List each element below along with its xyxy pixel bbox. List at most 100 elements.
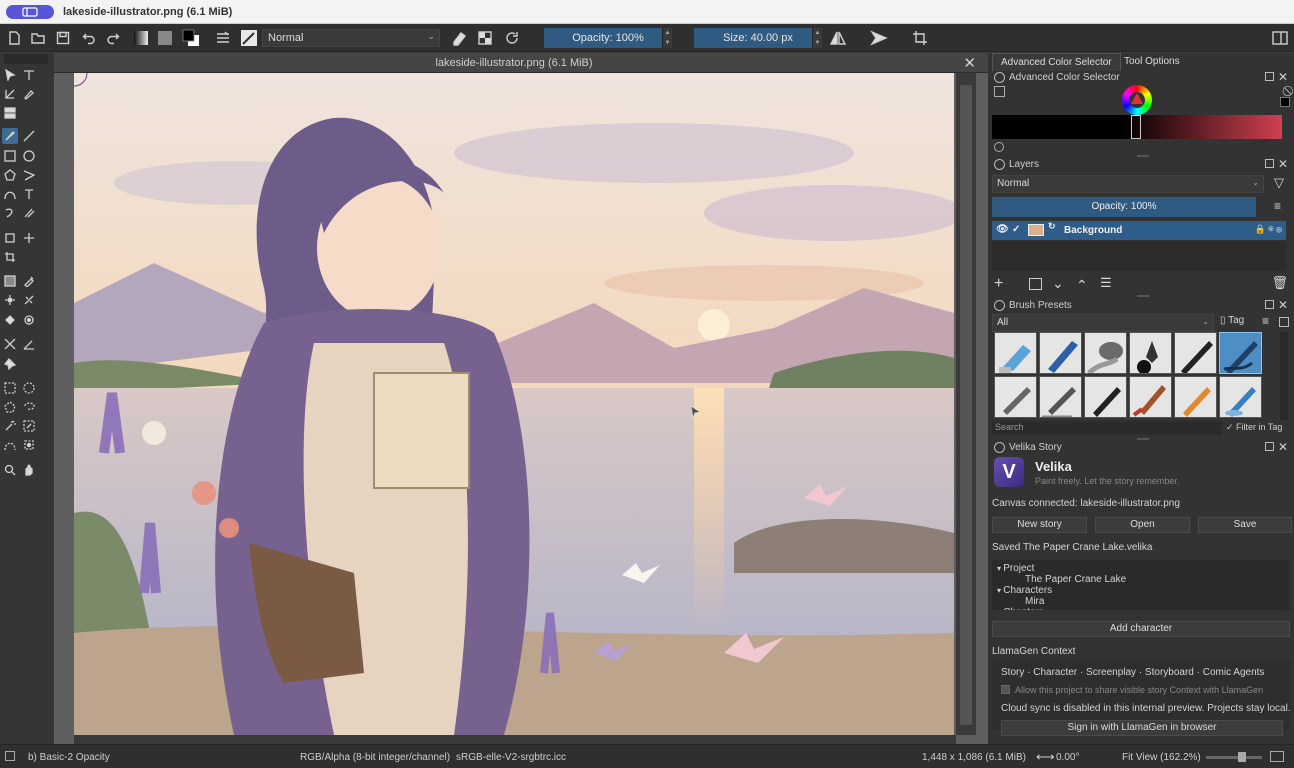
select-shapes-tool[interactable]	[2, 67, 18, 83]
reference-images-tool[interactable]	[2, 356, 18, 372]
calligraphy-tool[interactable]	[21, 86, 37, 102]
brush-presets-scrollbar[interactable]	[1280, 332, 1288, 420]
color-picker-tool[interactable]	[21, 273, 37, 289]
reload-preset-button[interactable]	[503, 29, 521, 47]
brush-preset-watercolor[interactable]	[1219, 376, 1262, 418]
layer-checkbox-icon[interactable]: ✓	[1012, 224, 1020, 235]
dynamic-brush-tool[interactable]	[2, 205, 18, 221]
blend-mode-select[interactable]: Normal ⌄	[262, 29, 440, 47]
vertical-scroll-thumb[interactable]	[960, 85, 972, 725]
transform-tool[interactable]	[2, 230, 18, 246]
filter-icon[interactable]: ▽	[1274, 175, 1284, 191]
layer-properties-icons[interactable]: 🔒 ⍟ ⊕	[1255, 224, 1282, 235]
ellipse-tool[interactable]	[21, 148, 37, 164]
context-tabs[interactable]: Story · Character · Screenplay · Storybo…	[1001, 667, 1264, 678]
color-cursor[interactable]	[1131, 115, 1141, 139]
layer-opacity-slider[interactable]: Opacity: 100%	[992, 197, 1256, 217]
document-tab[interactable]: lakeside-illustrator.png (6.1 MiB)	[54, 57, 974, 69]
visibility-eye-icon[interactable]: 👁	[996, 224, 1009, 235]
open-document-button[interactable]	[29, 29, 47, 47]
undo-button[interactable]	[80, 29, 98, 47]
opacity-slider[interactable]: Opacity: 100% ▲ ▼	[544, 28, 672, 48]
gradient-tool[interactable]	[2, 273, 18, 289]
brush-preset-selected[interactable]	[1219, 332, 1262, 374]
contiguous-select-tool[interactable]	[2, 418, 18, 434]
save-document-button[interactable]	[54, 29, 72, 47]
brush-preset-charcoal[interactable]	[1039, 376, 1082, 418]
brush-tag-filter-select[interactable]: All ⌄	[992, 314, 1214, 332]
float-icon[interactable]	[1265, 72, 1274, 81]
brush-preset-graphite[interactable]	[994, 376, 1037, 418]
lock-icon[interactable]	[994, 442, 1005, 453]
move-tool[interactable]	[21, 230, 37, 246]
brush-preset-button[interactable]	[240, 29, 258, 47]
perspective-tool[interactable]	[2, 336, 18, 352]
assistant-tool[interactable]	[21, 292, 37, 308]
freehand-brush-tool[interactable]	[2, 128, 18, 144]
edit-shapes-tool[interactable]	[2, 86, 18, 102]
rectangle-tool[interactable]	[2, 148, 18, 164]
zoom-slider[interactable]	[1206, 756, 1262, 759]
smart-patch-tool[interactable]	[2, 292, 18, 308]
layer-properties-icon[interactable]: ☰	[1100, 275, 1112, 291]
brush-preset-pencil[interactable]	[1174, 332, 1217, 374]
eraser-mode-button[interactable]	[449, 29, 467, 47]
gradient-selector-button[interactable]	[132, 29, 150, 47]
tab-advanced-color-selector[interactable]: Advanced Color Selector	[992, 53, 1121, 71]
rotation-icon[interactable]: ⟷	[1036, 749, 1055, 765]
brush-preset-felt[interactable]	[1084, 376, 1127, 418]
line-tool[interactable]	[21, 128, 37, 144]
close-icon[interactable]: ✕	[1278, 157, 1288, 171]
bezier-curve-tool[interactable]	[2, 186, 18, 202]
open-story-button[interactable]: Open	[1095, 517, 1190, 533]
multibrush-tool[interactable]	[21, 205, 37, 221]
layer-blend-mode-select[interactable]: Normal ⌄	[992, 175, 1264, 193]
move-layer-up-icon[interactable]: ⌃	[1076, 277, 1088, 294]
wrap-around-button[interactable]	[870, 29, 888, 47]
pattern-selector-button[interactable]	[156, 29, 174, 47]
brush-preset-soft[interactable]	[1084, 332, 1127, 374]
tree-item[interactable]: ▾ Characters	[997, 585, 1052, 596]
measure-tool[interactable]	[21, 336, 37, 352]
rect-select-tool[interactable]	[2, 380, 18, 396]
brush-view-menu-icon[interactable]: ≡	[1262, 314, 1269, 328]
duplicate-layer-icon[interactable]	[1029, 278, 1042, 290]
float-icon[interactable]	[1265, 300, 1274, 309]
text-tool[interactable]	[21, 67, 37, 83]
redo-button[interactable]	[104, 29, 122, 47]
zoom-status[interactable]: Fit View (162.2%)	[1122, 752, 1201, 763]
story-tree[interactable]: ▾ Project The Paper Crane Lake ▾ Character…	[992, 560, 1282, 610]
story-tree-scrollbar[interactable]	[1282, 560, 1290, 610]
layer-menu-icon[interactable]: ≡	[1274, 199, 1281, 213]
canvas-only-icon[interactable]	[1270, 751, 1284, 762]
brush-status-icon[interactable]	[5, 751, 15, 761]
float-icon[interactable]	[1265, 442, 1274, 451]
new-document-button[interactable]	[5, 29, 23, 47]
zoom-slider-handle[interactable]	[1238, 752, 1246, 762]
window-menu-button[interactable]	[6, 5, 54, 19]
lock-icon[interactable]	[994, 72, 1005, 83]
zoom-tool[interactable]	[2, 462, 18, 478]
opacity-spin[interactable]: ▲ ▼	[662, 28, 672, 48]
lock-icon[interactable]	[994, 159, 1005, 170]
layer-row[interactable]: 👁 ✓ ↻ Background 🔒 ⍟ ⊕	[992, 221, 1286, 240]
brush-import-icon[interactable]	[1279, 317, 1289, 327]
brush-preset-ink[interactable]	[1129, 332, 1172, 374]
size-spin[interactable]: ▲ ▼	[812, 28, 822, 48]
allow-share-checkbox[interactable]	[1001, 685, 1010, 694]
new-story-button[interactable]: New story	[992, 517, 1087, 533]
add-layer-icon[interactable]: +	[994, 275, 1003, 293]
tag-button[interactable]: ▯ Tag	[1220, 315, 1244, 326]
similar-select-tool[interactable]	[21, 418, 37, 434]
fill-tool[interactable]	[2, 312, 18, 328]
save-story-button[interactable]: Save	[1198, 517, 1292, 533]
close-icon[interactable]: ✕	[1278, 70, 1288, 84]
float-icon[interactable]	[1265, 159, 1274, 168]
color-triangle[interactable]	[1131, 93, 1143, 104]
current-color-swatch[interactable]	[1280, 97, 1290, 107]
vertical-scrollbar[interactable]	[956, 73, 976, 735]
brush-preset-orange-pencil[interactable]	[1174, 376, 1217, 418]
tree-item[interactable]: ▾ Chapters	[997, 607, 1044, 610]
polyline-tool[interactable]	[21, 167, 37, 183]
tree-item[interactable]: ▾ Project	[997, 563, 1034, 574]
